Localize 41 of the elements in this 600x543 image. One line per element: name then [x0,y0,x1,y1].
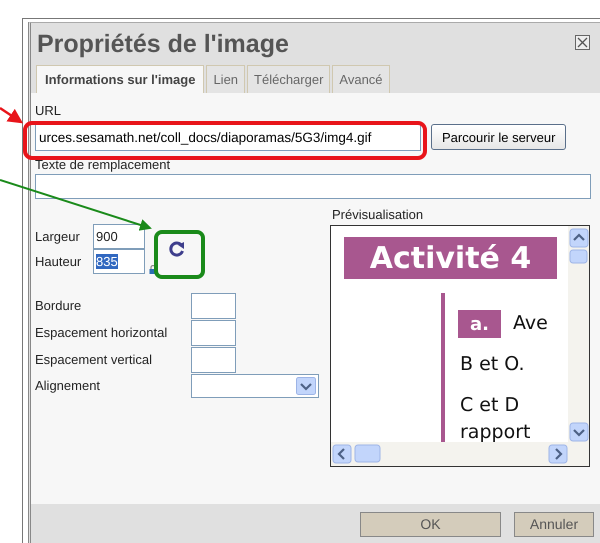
close-icon[interactable] [575,35,590,50]
browse-button[interactable]: Parcourir le serveur [431,124,566,150]
highlight-box [154,230,205,279]
field-label: Alignement [35,378,102,394]
preview-text: C et D [460,394,520,416]
preview-text: rapport [460,421,530,442]
size-field[interactable]: 900 [93,224,145,249]
field-label: Prévisualisation [332,207,424,223]
refresh-icon[interactable] [167,239,187,259]
field-label: Bordure [35,298,82,314]
field-label: Espacement vertical [35,352,154,368]
preview-text: Ave [513,312,548,334]
field-label: URL [35,103,62,119]
tab[interactable]: Informations sur l'image [36,65,204,93]
size-field[interactable]: 835 [93,249,145,274]
preview-heading: Activité 4 [344,237,557,279]
preview-text: B et O. [460,353,524,375]
layout-field[interactable] [191,320,236,346]
url-field[interactable]: urces.sesamath.net/coll_docs/diaporamas/5G3/img4.gif [35,123,421,151]
field-label: Texte de remplacement [35,157,172,173]
arrow [0,106,24,124]
lock-icon[interactable] [149,265,157,274]
layout-field[interactable] [191,347,236,373]
chevron-down-icon [296,377,316,395]
ok-button[interactable]: OK [360,512,501,536]
field-label: Hauteur [35,254,82,270]
field-value: 835 [96,254,118,269]
tab[interactable]: Avancé [332,65,390,93]
field-value: 900 [96,229,118,244]
layout-field[interactable] [191,293,236,319]
preview-badge: a. [458,310,501,338]
alignment-dropdown[interactable] [191,374,319,398]
tab[interactable]: Lien [206,65,246,93]
alt-text-field[interactable] [35,174,591,199]
cancel-button[interactable]: Annuler [514,512,594,536]
field-label: Largeur [35,228,81,244]
tab[interactable]: Télécharger [247,65,330,93]
scroll-thumb[interactable] [570,250,588,264]
dialog-title: Propriétés de l'image [37,29,289,59]
scroll-thumb[interactable] [354,444,380,462]
field-label: Espacement horizontal [35,325,168,341]
